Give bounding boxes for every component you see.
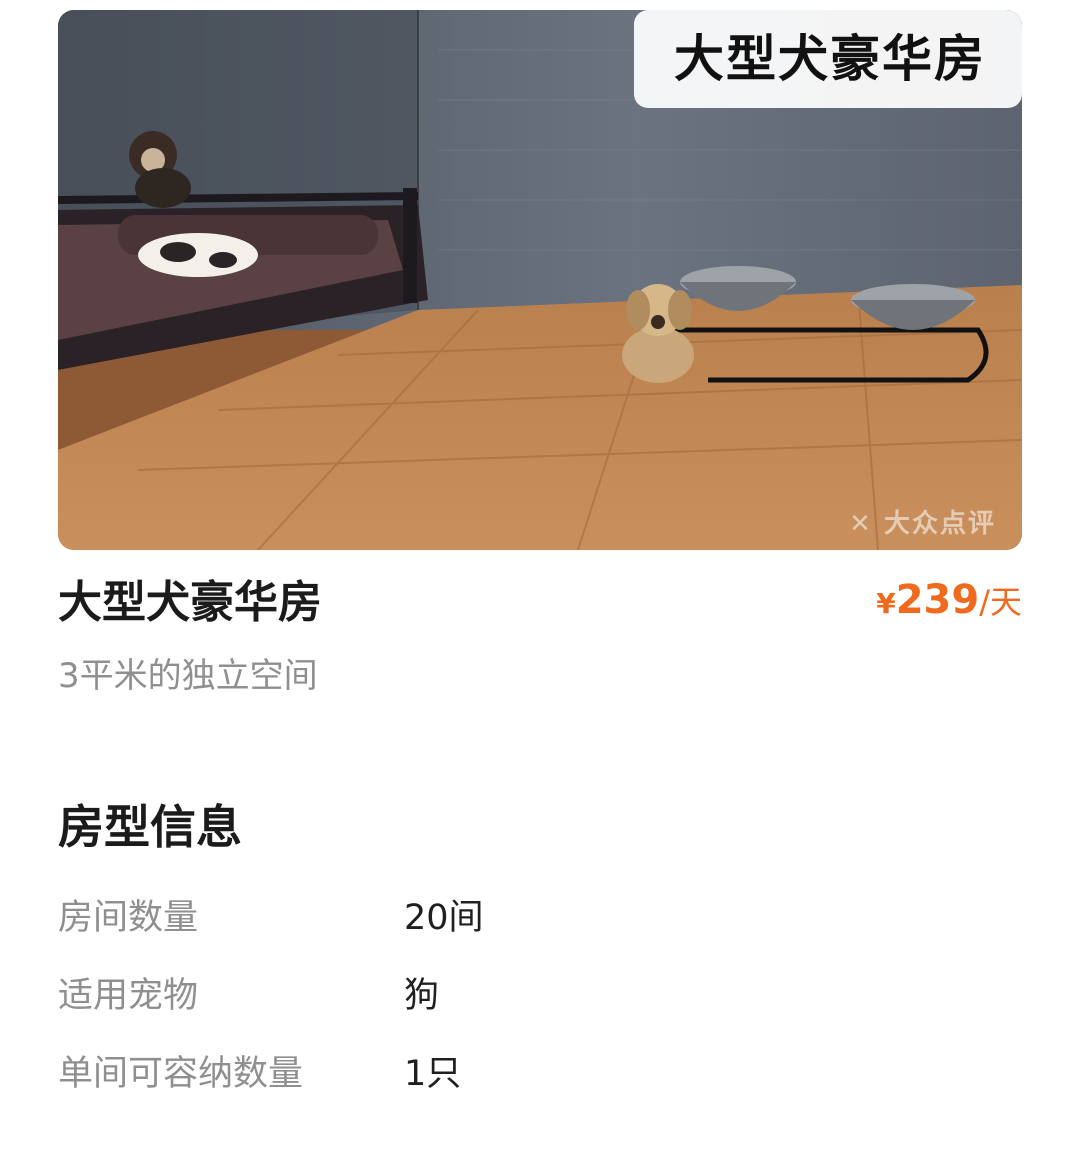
info-row-room-count: 房间数量 20间 xyxy=(58,890,1022,946)
info-row-pet-type: 适用宠物 狗 xyxy=(58,968,1022,1024)
room-title: 大型犬豪华房 xyxy=(58,577,322,628)
photo-overlay-tag: 大型犬豪华房 xyxy=(634,10,1022,108)
room-subtitle: 3平米的独立空间 xyxy=(58,656,318,696)
room-photo[interactable]: 大型犬豪华房 ✕ 大众点评 xyxy=(58,10,1022,550)
info-row-capacity: 单间可容纳数量 1只 xyxy=(58,1046,1022,1102)
info-key: 适用宠物 xyxy=(58,976,199,1016)
section-title-room-info: 房型信息 xyxy=(58,800,242,854)
info-value: 1只 xyxy=(404,1054,462,1094)
info-key: 单间可容纳数量 xyxy=(58,1054,304,1094)
room-header: 大型犬豪华房 ¥239/天 xyxy=(58,572,1022,636)
info-value: 狗 xyxy=(404,976,440,1016)
price-currency: ¥ xyxy=(876,587,896,620)
price-unit: /天 xyxy=(979,583,1022,621)
info-key: 房间数量 xyxy=(58,898,199,938)
room-price: ¥239/天 xyxy=(876,572,1022,636)
dianping-watermark: ✕ 大众点评 xyxy=(849,509,996,539)
info-value: 20间 xyxy=(404,898,484,938)
price-amount: 239 xyxy=(895,577,980,623)
